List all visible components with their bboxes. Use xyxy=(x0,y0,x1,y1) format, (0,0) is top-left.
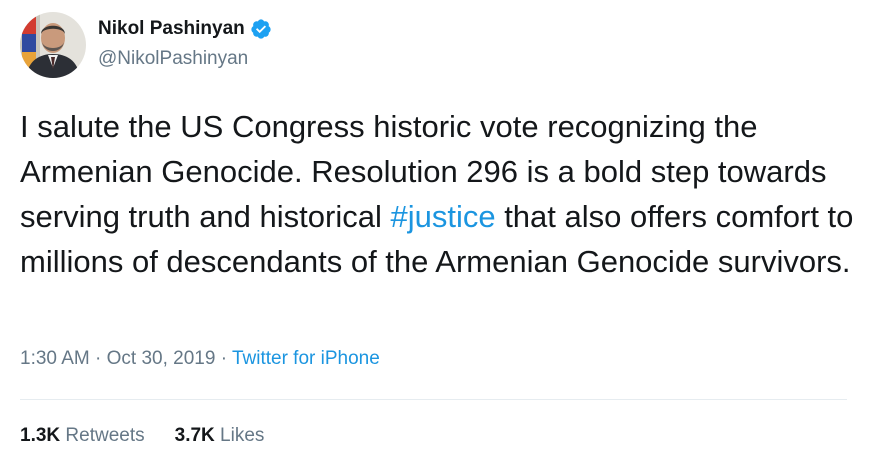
retweets-stat[interactable]: 1.3K Retweets xyxy=(20,425,145,447)
meta-separator: · xyxy=(95,348,102,369)
meta-separator: · xyxy=(220,348,228,369)
tweet-time[interactable]: 1:30 AM xyxy=(20,348,90,369)
tweet-source-link[interactable]: Twitter for iPhone xyxy=(232,348,380,369)
tweet-stats: 1.3K Retweets 3.7K Likes xyxy=(20,425,264,447)
verified-badge-icon xyxy=(250,18,272,40)
tweet-meta: 1:30 AM · Oct 30, 2019 · Twitter for iPh… xyxy=(20,348,380,370)
likes-label: Likes xyxy=(220,425,265,446)
likes-stat[interactable]: 3.7K Likes xyxy=(175,425,265,447)
profile-photo-icon xyxy=(20,12,86,78)
likes-count: 3.7K xyxy=(174,425,215,446)
author-info: Nikol Pashinyan @NikolPashinyan xyxy=(98,16,272,70)
divider xyxy=(20,399,847,400)
retweets-count: 1.3K xyxy=(20,425,61,446)
tweet-text: I salute the US Congress historic vote r… xyxy=(20,104,860,284)
hashtag-link[interactable]: #justice xyxy=(390,199,495,234)
retweets-label: Retweets xyxy=(65,425,145,446)
author-handle[interactable]: @NikolPashinyan xyxy=(98,48,272,70)
tweet-card: Nikol Pashinyan @NikolPashinyan I salute… xyxy=(0,0,882,468)
name-row: Nikol Pashinyan xyxy=(98,16,272,42)
author-name[interactable]: Nikol Pashinyan xyxy=(98,18,245,40)
tweet-date[interactable]: Oct 30, 2019 xyxy=(107,348,216,369)
author-avatar[interactable] xyxy=(20,12,86,78)
